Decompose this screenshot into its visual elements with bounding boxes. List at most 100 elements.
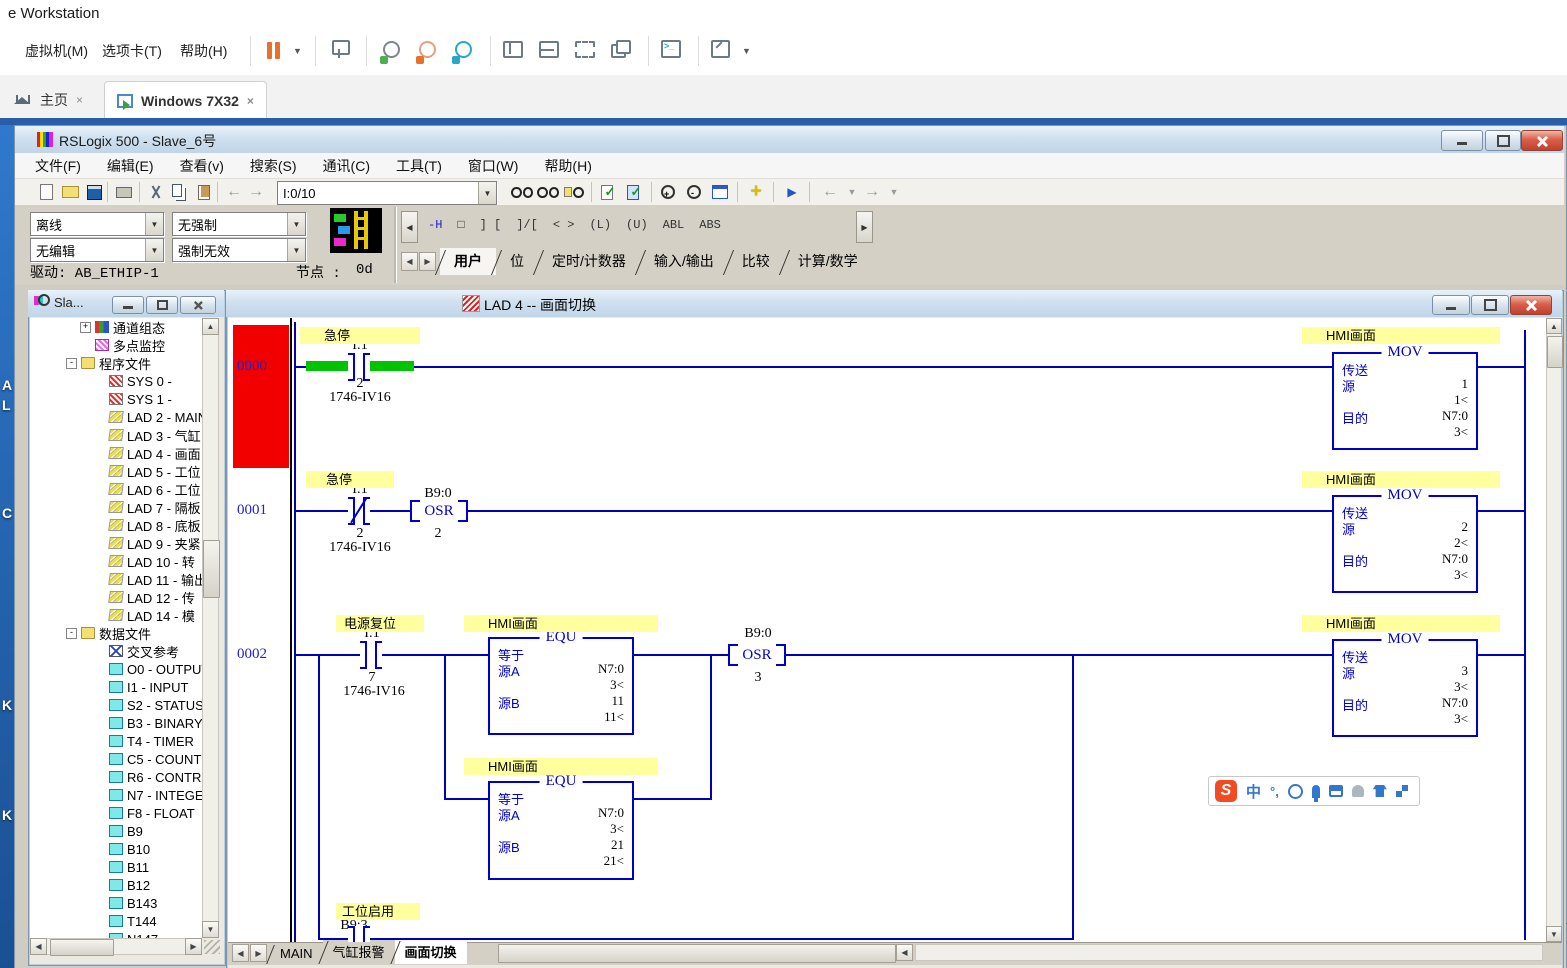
maximize-button[interactable]	[1485, 130, 1521, 151]
emoji-icon[interactable]	[1288, 784, 1303, 799]
equ-instruction[interactable]: EQU 等于 源AN7:0 3< 源B21 21<	[488, 781, 634, 880]
vmware-menu-vm[interactable]: 虚拟机(M)	[25, 41, 88, 61]
osr-instruction[interactable]: OSR	[410, 498, 468, 524]
mov-instruction[interactable]: MOV 传送 源3 3< 目的N7:0 3<	[1332, 639, 1478, 737]
vmware-menu-help[interactable]: 帮助(H)	[180, 41, 227, 61]
ladder-scroll-up-icon[interactable]: ▲	[1546, 318, 1562, 334]
account-icon[interactable]	[1352, 785, 1364, 797]
rung-number[interactable]: 0002	[237, 646, 267, 663]
combo-dropdown-icon[interactable]: ▼	[478, 182, 496, 204]
palette-tab-left-icon[interactable]: ◀	[401, 252, 418, 271]
tab-vm-close-icon[interactable]: ×	[247, 94, 254, 108]
tree-item[interactable]: T4 - TIMER	[30, 732, 202, 750]
rslogix-menu-item[interactable]: 工具(T)	[396, 156, 442, 176]
combo-dropdown-icon[interactable]: ▼	[145, 213, 163, 235]
osr-instruction[interactable]: OSR	[728, 642, 786, 668]
manage-snapshots-icon[interactable]	[452, 38, 476, 64]
palette-tab[interactable]: 输入/输出	[640, 248, 728, 275]
address-combobox[interactable]: I:0/10 ▼	[277, 181, 497, 205]
minimize-button[interactable]	[1441, 130, 1483, 151]
tree-item[interactable]: + 通道组态	[30, 318, 202, 336]
tree-item[interactable]: LAD 12 - 传	[30, 588, 202, 606]
tree-item[interactable]: LAD 11 - 输出	[30, 570, 202, 588]
tree-maximize-button[interactable]	[146, 296, 178, 314]
unity-mode-icon[interactable]	[610, 38, 634, 64]
redo-icon[interactable]: →	[245, 181, 267, 203]
lad4-titlebar[interactable]: LAD 4 -- 画面切换	[226, 290, 1562, 317]
tree-item[interactable]: B11	[30, 858, 202, 876]
thumbnail-bar-icon[interactable]	[538, 38, 562, 64]
keyboard-icon[interactable]	[1329, 785, 1343, 797]
rung-comment[interactable]: 电源复位	[336, 615, 424, 632]
toolbox-icon[interactable]	[1396, 785, 1408, 797]
print-icon[interactable]	[113, 181, 135, 203]
instruction-icon[interactable]: < >	[553, 218, 575, 232]
rung-comment[interactable]: 工位启用	[336, 903, 420, 920]
rung-comment[interactable]: 急停	[306, 471, 394, 488]
instruction-icon[interactable]: ] [	[480, 218, 502, 232]
mov-instruction[interactable]: MOV 传送 源1 1< 目的N7:0 3<	[1332, 352, 1478, 450]
forces-combobox[interactable]: 无强制▼	[172, 212, 306, 236]
nav-back-icon[interactable]: ←	[819, 181, 841, 203]
verify-project-icon[interactable]: ✓	[623, 181, 645, 203]
tree-item[interactable]: - 数据文件	[30, 624, 202, 642]
rslogix-menu-item[interactable]: 通讯(C)	[323, 156, 370, 176]
chinese-mode-icon[interactable]: 中	[1246, 781, 1261, 802]
rslogix-menu-item[interactable]: 编辑(E)	[107, 156, 154, 176]
combo-dropdown-icon[interactable]: ▼	[287, 239, 305, 261]
palette-scroll-right-icon[interactable]: ▶	[856, 211, 873, 243]
revert-snapshot-icon[interactable]	[416, 38, 440, 64]
tree-item[interactable]: F8 - FLOAT	[30, 804, 202, 822]
library-pane-icon[interactable]	[502, 38, 526, 64]
verify-file-icon[interactable]: ✓	[597, 181, 619, 203]
tree-item[interactable]: B9	[30, 822, 202, 840]
new-icon[interactable]	[35, 181, 57, 203]
lad4-maximize-button[interactable]	[1471, 295, 1509, 315]
undo-icon[interactable]: ←	[223, 181, 245, 203]
lad4-minimize-button[interactable]	[1432, 295, 1470, 315]
tree-close-button[interactable]	[180, 296, 216, 314]
tree-item[interactable]: - 程序文件	[30, 354, 202, 372]
palette-tab[interactable]: 比较	[728, 248, 784, 275]
find-replace-icon[interactable]	[563, 181, 585, 203]
rslogix-titlebar[interactable]: RSLogix 500 - Slave_6号	[15, 126, 1564, 153]
nav-back-dropdown-icon[interactable]: ▼	[841, 181, 863, 203]
skin-icon[interactable]	[1373, 785, 1387, 797]
palette-tab[interactable]: 定时/计数器	[538, 248, 640, 275]
ladder-vertical-scrollbar[interactable]	[1546, 318, 1562, 942]
tree-item[interactable]: LAD 6 - 工位	[30, 480, 202, 498]
tree-scroll-left-icon[interactable]: ◀	[30, 938, 47, 955]
tree-minimize-button[interactable]	[112, 296, 144, 314]
mode-combobox[interactable]: 离线▼	[30, 212, 164, 236]
vmware-menu-tabs[interactable]: 选项卡(T)	[102, 41, 162, 61]
pause-icon[interactable]	[264, 38, 288, 64]
tree-item[interactable]: N147	[30, 930, 202, 938]
sogou-logo[interactable]: S	[1215, 780, 1237, 802]
tab-home[interactable]: 主页 ×	[6, 81, 95, 118]
ladder-hscroll-left-icon[interactable]: ◀	[896, 944, 913, 961]
rslogix-menu-item[interactable]: 文件(F)	[35, 156, 81, 176]
palette-scroll-left-icon[interactable]: ◀	[401, 211, 418, 243]
sogou-input-bar[interactable]: S 中 °,	[1208, 776, 1420, 806]
tree-item[interactable]: LAD 10 - 转	[30, 552, 202, 570]
selected-rung-marker[interactable]	[233, 325, 291, 468]
rslogix-menu-item[interactable]: 查看(v)	[180, 156, 224, 176]
tree-item[interactable]: LAD 7 - 隔板	[30, 498, 202, 516]
tree-item[interactable]: N7 - INTEGE	[30, 786, 202, 804]
ladder-horizontal-scrollbar[interactable]	[915, 944, 1543, 961]
tree-expander-icon[interactable]: +	[80, 322, 91, 333]
xic-contact[interactable]	[360, 641, 382, 669]
tree-scroll-right-icon[interactable]: ▶	[185, 938, 202, 955]
tab-home-close-icon[interactable]: ×	[76, 93, 83, 107]
tree-expander-icon[interactable]: -	[66, 358, 77, 369]
tree-expander-icon[interactable]: -	[66, 628, 77, 639]
mic-icon[interactable]	[1312, 785, 1320, 798]
force-state-combobox[interactable]: 强制无效▼	[172, 238, 306, 262]
lad4-close-button[interactable]	[1510, 295, 1552, 315]
tree-item[interactable]: C5 - COUNTI	[30, 750, 202, 768]
instruction-comment[interactable]: HMI画面	[464, 615, 658, 632]
tree-item[interactable]: LAD 3 - 气缸	[30, 426, 202, 444]
tree-item[interactable]: B12	[30, 876, 202, 894]
tree-item[interactable]: R6 - CONTR	[30, 768, 202, 786]
rung-number[interactable]: 0000	[237, 358, 267, 375]
